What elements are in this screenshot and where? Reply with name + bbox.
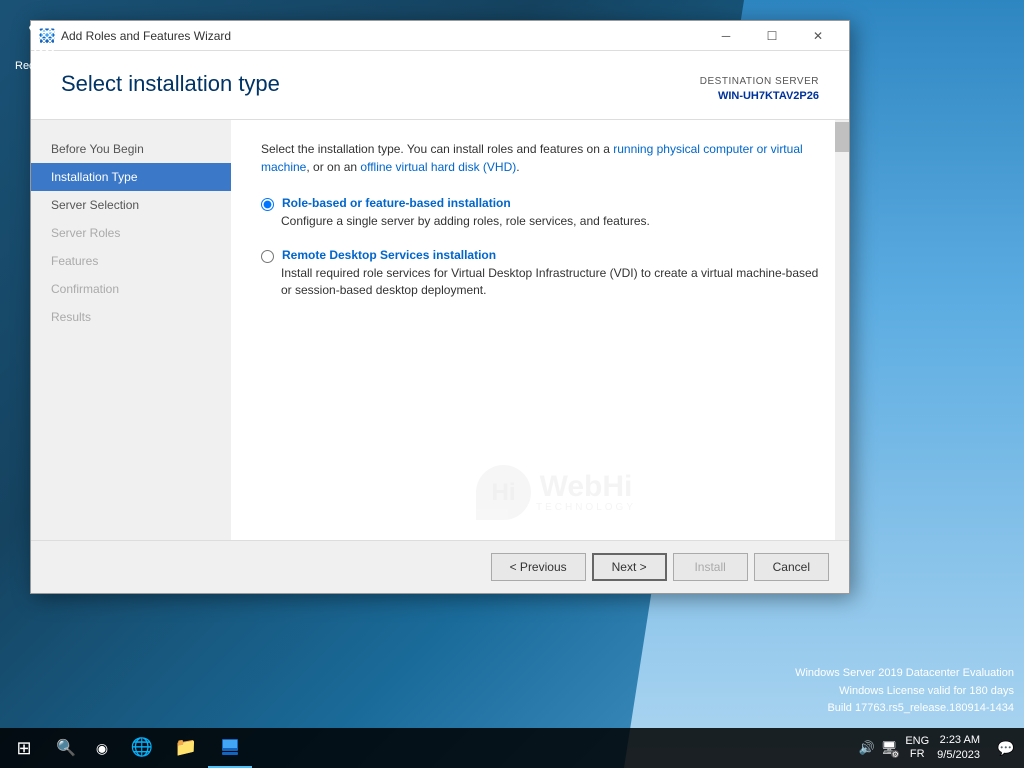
taskbar: ⊞ 🔍 ◉ 🌐 📁 🔊 🖥 ⚙ ENG FR bbox=[0, 728, 1024, 768]
wizard-title: Select installation type bbox=[61, 71, 280, 97]
content-description: Select the installation type. You can in… bbox=[261, 140, 819, 176]
nav-item-server-roles: Server Roles bbox=[31, 219, 231, 247]
recycle-bin-icon[interactable]: 🗑 Recycle Bin bbox=[15, 20, 73, 72]
radio-role-based-input[interactable] bbox=[261, 198, 274, 211]
radio-role-based-desc: Configure a single server by adding role… bbox=[281, 213, 819, 230]
server-info-line3: Build 17763.rs5_release.180914-1434 bbox=[795, 700, 1014, 718]
search-button[interactable]: 🔍 bbox=[48, 728, 84, 768]
recycle-bin-glyph: 🗑 bbox=[15, 20, 73, 58]
taskbar-lang[interactable]: ENG FR bbox=[905, 735, 929, 761]
titlebar: Add Roles and Features Wizard ─ ☐ ✕ bbox=[31, 21, 849, 51]
cortana-button[interactable]: ◉ bbox=[84, 728, 120, 768]
scroll-thumb[interactable] bbox=[835, 122, 849, 152]
radio-rds-desc: Install required role services for Virtu… bbox=[281, 265, 819, 299]
recycle-bin-label: Recycle Bin bbox=[15, 60, 73, 72]
clock-time: 2:23 AM bbox=[940, 733, 980, 748]
wizard-header: Select installation type DESTINATION SER… bbox=[31, 51, 849, 120]
destination-label: DESTINATION SERVER bbox=[700, 75, 819, 89]
radio-rds-input[interactable] bbox=[261, 250, 274, 263]
titlebar-controls: ─ ☐ ✕ bbox=[703, 21, 841, 51]
radio-label-rds[interactable]: Remote Desktop Services installation bbox=[261, 248, 819, 265]
wizard-nav: Before You Begin Installation Type Serve… bbox=[31, 120, 231, 540]
scrollbar[interactable] bbox=[835, 120, 849, 540]
wizard-dialog: Add Roles and Features Wizard ─ ☐ ✕ Sele… bbox=[30, 20, 850, 630]
clock-date: 9/5/2023 bbox=[937, 748, 980, 763]
taskbar-ie[interactable]: 🌐 bbox=[120, 728, 164, 768]
minimize-button[interactable]: ─ bbox=[703, 21, 749, 51]
titlebar-title: Add Roles and Features Wizard bbox=[61, 29, 703, 43]
radio-label-role-based[interactable]: Role-based or feature-based installation bbox=[261, 196, 819, 213]
lang-bottom: FR bbox=[910, 748, 925, 761]
radio-option-rds: Remote Desktop Services installation Ins… bbox=[261, 248, 819, 299]
taskbar-items: 🌐 📁 bbox=[120, 728, 851, 768]
link-running-physical: running physical computer or virtual mac… bbox=[261, 142, 803, 174]
notification-center[interactable]: 💬 bbox=[988, 728, 1024, 768]
radio-rds-text: Remote Desktop Services installation bbox=[282, 248, 496, 265]
nav-item-confirmation: Confirmation bbox=[31, 275, 231, 303]
nav-item-installation-type[interactable]: Installation Type bbox=[31, 163, 231, 191]
link-vhd: offline virtual hard disk (VHD) bbox=[360, 160, 516, 174]
lang-top: ENG bbox=[905, 735, 929, 748]
taskbar-server-manager[interactable] bbox=[208, 728, 252, 768]
radio-role-based-title: Role-based or feature-based installation bbox=[282, 196, 511, 210]
close-button[interactable]: ✕ bbox=[795, 21, 841, 51]
wizard-content: Select the installation type. You can in… bbox=[231, 120, 849, 540]
radio-role-based-text: Role-based or feature-based installation bbox=[282, 196, 511, 213]
watermark-technology: TECHNOLOGY bbox=[536, 502, 636, 513]
install-button[interactable]: Install bbox=[673, 553, 748, 581]
wizard-body: Before You Begin Installation Type Serve… bbox=[31, 120, 849, 540]
server-info-line1: Windows Server 2019 Datacenter Evaluatio… bbox=[795, 665, 1014, 683]
watermark-hi: Hi bbox=[491, 479, 515, 507]
server-info: Windows Server 2019 Datacenter Evaluatio… bbox=[795, 665, 1014, 718]
taskbar-clock[interactable]: 2:23 AM 9/5/2023 bbox=[937, 733, 980, 764]
dialog-window: Add Roles and Features Wizard ─ ☐ ✕ Sele… bbox=[30, 20, 850, 594]
start-button[interactable]: ⊞ bbox=[0, 728, 48, 768]
watermark: Hi WebHi TECHNOLOGY bbox=[476, 465, 636, 520]
destination-info: DESTINATION SERVER WIN-UH7KTAV2P26 bbox=[700, 75, 819, 104]
wizard-footer: < Previous Next > Install Cancel bbox=[31, 540, 849, 593]
radio-rds-title: Remote Desktop Services installation bbox=[282, 248, 496, 262]
watermark-webhi: WebHi bbox=[540, 470, 633, 503]
maximize-button[interactable]: ☐ bbox=[749, 21, 795, 51]
cancel-button[interactable]: Cancel bbox=[754, 553, 829, 581]
server-info-line2: Windows License valid for 180 days bbox=[795, 683, 1014, 701]
destination-server: WIN-UH7KTAV2P26 bbox=[700, 89, 819, 104]
nav-item-server-selection[interactable]: Server Selection bbox=[31, 191, 231, 219]
taskbar-systray: 🔊 🖥 ⚙ bbox=[851, 740, 906, 756]
nav-item-features: Features bbox=[31, 247, 231, 275]
network-icon[interactable]: 🔊 bbox=[859, 740, 875, 756]
nav-item-results: Results bbox=[31, 303, 231, 331]
previous-button[interactable]: < Previous bbox=[491, 553, 586, 581]
nav-item-before-you-begin[interactable]: Before You Begin bbox=[31, 135, 231, 163]
radio-option-role-based: Role-based or feature-based installation… bbox=[261, 196, 819, 230]
next-button[interactable]: Next > bbox=[592, 553, 667, 581]
taskbar-explorer[interactable]: 📁 bbox=[164, 728, 208, 768]
desktop: 🗑 Recycle Bin Windows Server 2019 Datace… bbox=[0, 0, 1024, 768]
volume-icon[interactable]: 🖥 ⚙ bbox=[881, 740, 898, 756]
